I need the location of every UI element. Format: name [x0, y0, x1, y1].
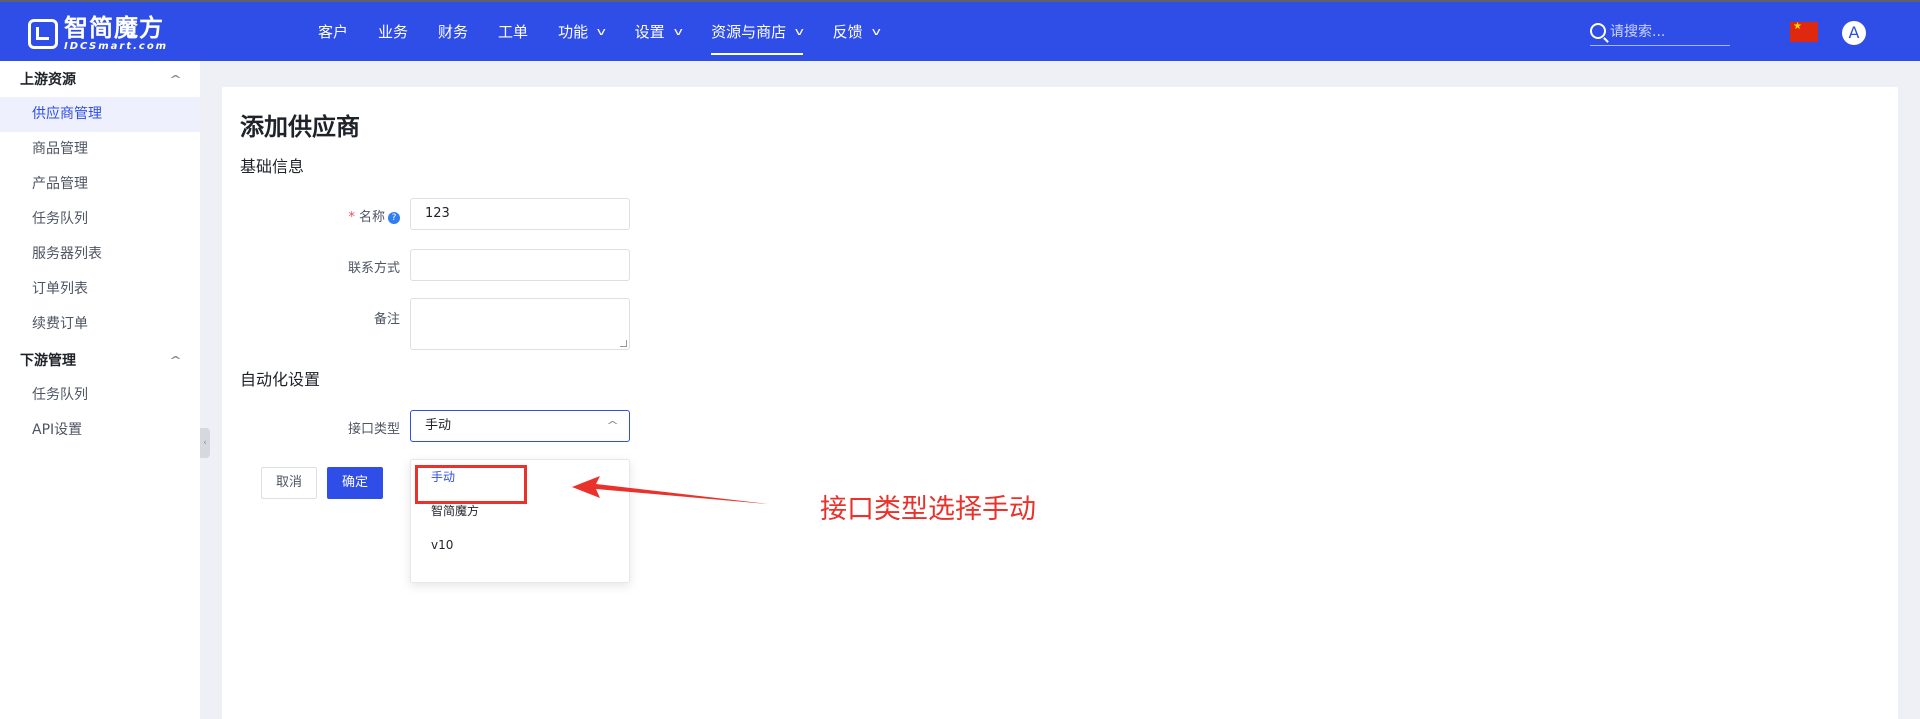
page-title: 添加供应商 — [240, 113, 360, 141]
dropdown-option-v10[interactable]: v10 — [411, 528, 629, 562]
avatar[interactable]: A — [1842, 21, 1866, 45]
contact-field[interactable] — [410, 249, 630, 281]
nav-item-resources-store[interactable]: 资源与商店 v — [711, 2, 823, 61]
chevron-down-icon: v — [596, 25, 606, 38]
resize-handle-icon[interactable] — [620, 340, 627, 347]
sidebar-item-renewal-orders[interactable]: 续费订单 — [0, 307, 200, 342]
help-icon[interactable]: ? — [388, 212, 400, 224]
sidebar-item-api-settings[interactable]: API设置 — [0, 413, 200, 448]
sidebar-item-server-list[interactable]: 服务器列表 — [0, 237, 200, 272]
sidebar-group-upstream[interactable]: 上游资源 ^ — [0, 61, 200, 97]
chevron-down-icon: v — [794, 25, 804, 38]
logo[interactable]: 智简魔方 IDCSmart.com — [28, 14, 168, 54]
nav-item-feedback[interactable]: 反馈 v — [833, 2, 900, 61]
search-input[interactable]: 请搜索... — [1610, 21, 1665, 41]
nav-item-tickets[interactable]: 工单 — [498, 2, 548, 61]
nav-item-finance[interactable]: 财务 — [438, 2, 488, 61]
nav-item-customers[interactable]: 客户 — [318, 2, 368, 61]
notes-label: 备注 — [373, 312, 400, 327]
annotation-highlight-box — [415, 465, 527, 504]
nav-item-business[interactable]: 业务 — [378, 2, 428, 61]
section-basic-info: 基础信息 — [240, 157, 305, 176]
logo-title: 智简魔方 — [64, 14, 164, 42]
notes-textarea[interactable] — [410, 298, 630, 350]
sidebar: 上游资源 ^ 供应商管理 商品管理 产品管理 任务队列 服务器列表 订单列表 续… — [0, 61, 200, 719]
global-search[interactable]: 请搜索... — [1590, 16, 1730, 46]
api-type-select[interactable]: 手动 ^ — [410, 410, 630, 442]
chevron-up-icon: ^ — [168, 353, 182, 367]
chevron-up-icon: ^ — [168, 72, 182, 86]
confirm-button[interactable]: 确定 — [327, 467, 383, 499]
top-navigation-bar: 智简魔方 IDCSmart.com 客户 业务 财务 工单 功能 v 设置 v 资源… — [0, 0, 1920, 61]
sidebar-item-product-management[interactable]: 产品管理 — [0, 167, 200, 202]
china-flag-icon[interactable] — [1790, 22, 1818, 42]
name-field[interactable]: 123 — [410, 198, 630, 230]
nav-item-functions[interactable]: 功能 v — [558, 2, 625, 61]
sidebar-group-downstream[interactable]: 下游管理 ^ — [0, 342, 200, 378]
cancel-button[interactable]: 取消 — [261, 467, 317, 499]
name-label: * 名称? — [250, 206, 400, 225]
section-automation: 自动化设置 — [240, 370, 321, 389]
annotation-text: 接口类型选择手动 — [820, 494, 1036, 525]
main-card: 添加供应商 基础信息 * 名称? 123 联系方式 备注 自动化设置 接口类型 手… — [222, 87, 1898, 719]
chevron-down-icon: v — [673, 25, 683, 38]
contact-label: 联系方式 — [347, 261, 400, 276]
logo-subtitle: IDCSmart.com — [64, 41, 169, 52]
sidebar-collapse-handle[interactable]: ‹ — [200, 428, 210, 458]
sidebar-item-order-list[interactable]: 订单列表 — [0, 272, 200, 307]
chevron-down-icon: v — [871, 25, 881, 38]
sidebar-item-supplier-management[interactable]: 供应商管理 — [0, 97, 200, 132]
chevron-up-icon: ^ — [605, 419, 619, 432]
sidebar-item-downstream-task-queue[interactable]: 任务队列 — [0, 378, 200, 413]
nav-item-settings[interactable]: 设置 v — [635, 2, 702, 61]
sidebar-item-task-queue[interactable]: 任务队列 — [0, 202, 200, 237]
main-nav: 客户 业务 财务 工单 功能 v 设置 v 资源与商店 v 反馈 v — [318, 2, 909, 61]
annotation-arrow-icon — [572, 476, 768, 504]
search-icon — [1590, 22, 1606, 39]
sidebar-item-goods-management[interactable]: 商品管理 — [0, 132, 200, 167]
logo-icon — [28, 19, 58, 49]
api-type-label: 接口类型 — [347, 422, 400, 437]
